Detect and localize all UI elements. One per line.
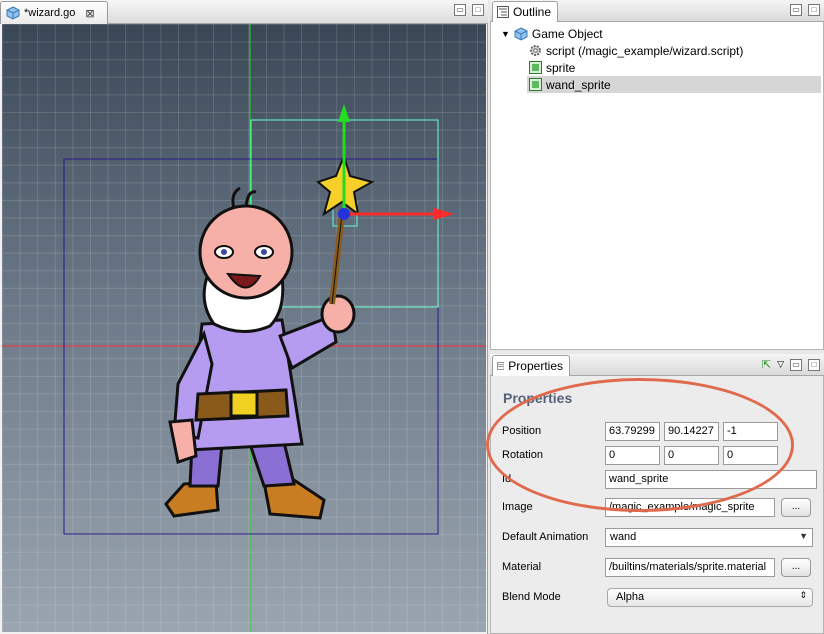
- game-object-icon: [514, 26, 528, 41]
- tree-item-game-object[interactable]: ▼ Game Object: [501, 25, 603, 42]
- position-label: Position: [502, 425, 542, 437]
- position-y-field[interactable]: 90.14227: [664, 422, 719, 441]
- properties-tab-label: Properties: [508, 359, 563, 373]
- position-z-field[interactable]: -1: [723, 422, 778, 441]
- rotation-label: Rotation: [502, 449, 543, 461]
- minimize-icon[interactable]: ▭: [790, 4, 802, 16]
- outline-header: Outline ▭ □: [490, 0, 824, 22]
- blend-mode-select[interactable]: Alpha ⇕: [607, 588, 813, 607]
- outline-tree: ▼ Game Object script (/magic_example/wiz…: [490, 22, 824, 350]
- properties-header: Properties ⇱ ▽ ▭ □: [490, 354, 824, 376]
- rotation-x-field[interactable]: 0: [605, 446, 660, 465]
- wizard-sprite: [164, 186, 356, 520]
- tree-item-label: sprite: [546, 60, 576, 75]
- tree-item-label: Game Object: [531, 26, 603, 41]
- tab-properties[interactable]: Properties: [492, 355, 570, 376]
- scene-viewport[interactable]: [2, 24, 486, 632]
- minimize-icon[interactable]: ▭: [790, 358, 802, 371]
- minimize-icon[interactable]: ▭: [454, 4, 466, 16]
- right-column: Outline ▭ □ ▼ Game Object script (/magic…: [490, 0, 824, 634]
- properties-heading: Properties: [503, 390, 573, 406]
- maximize-icon[interactable]: □: [808, 358, 820, 371]
- close-icon[interactable]: ⊠: [85, 7, 94, 20]
- position-x-field[interactable]: 63.79299: [605, 422, 660, 441]
- tree-item-script[interactable]: script (/magic_example/wizard.script): [529, 42, 743, 59]
- view-menu-icon[interactable]: ▽: [777, 359, 784, 370]
- outline-icon: [497, 6, 509, 18]
- updown-arrows-icon: ⇕: [799, 590, 807, 600]
- default-animation-select[interactable]: wand ▼: [605, 528, 813, 547]
- rotation-y-field[interactable]: 0: [664, 446, 719, 465]
- editor-tabbar: *wizard.go ⊠ ▭ □: [0, 0, 488, 24]
- maximize-icon[interactable]: □: [808, 4, 820, 16]
- gear-icon: [530, 45, 541, 56]
- game-object-icon: [6, 6, 20, 20]
- properties-body: Properties Position 63.79299 90.14227 -1…: [490, 376, 824, 634]
- material-field[interactable]: /builtins/materials/sprite.material: [605, 558, 775, 577]
- tree-item-sprite[interactable]: sprite: [529, 59, 575, 76]
- default-animation-label: Default Animation: [502, 531, 589, 543]
- material-label: Material: [502, 561, 542, 573]
- default-animation-value: wand: [610, 531, 637, 543]
- tab-outline[interactable]: Outline: [492, 1, 558, 22]
- image-label: Image: [502, 501, 533, 513]
- tree-item-label: script (/magic_example/wizard.script): [546, 43, 744, 58]
- tree-item-wand-sprite[interactable]: wand_sprite: [527, 76, 821, 93]
- rotation-z-field[interactable]: 0: [723, 446, 778, 465]
- image-browse-button[interactable]: ...: [781, 498, 811, 517]
- maximize-icon[interactable]: □: [472, 4, 484, 16]
- material-browse-button[interactable]: ...: [781, 558, 811, 577]
- image-field[interactable]: /magic_example/magic_sprite: [605, 498, 775, 517]
- tab-label: *wizard.go: [24, 7, 76, 19]
- scene-drawing[interactable]: [2, 24, 486, 632]
- properties-icon: [497, 362, 505, 370]
- pin-icon[interactable]: ⇱: [762, 358, 771, 371]
- blend-mode-value: Alpha: [616, 591, 645, 603]
- tab-wizard-go[interactable]: *wizard.go ⊠: [0, 1, 108, 24]
- id-field[interactable]: wand_sprite: [605, 470, 817, 489]
- chevron-down-icon: ▼: [799, 531, 808, 541]
- id-label: Id: [502, 473, 512, 485]
- blend-mode-label: Blend Mode: [502, 591, 561, 603]
- scene-editor: *wizard.go ⊠ ▭ □: [0, 0, 488, 634]
- expand-triangle-icon[interactable]: ▼: [501, 29, 510, 39]
- sprite-icon: [529, 78, 542, 91]
- outline-tab-label: Outline: [512, 5, 551, 19]
- tree-item-label: wand_sprite: [546, 77, 611, 92]
- sprite-icon: [529, 61, 542, 74]
